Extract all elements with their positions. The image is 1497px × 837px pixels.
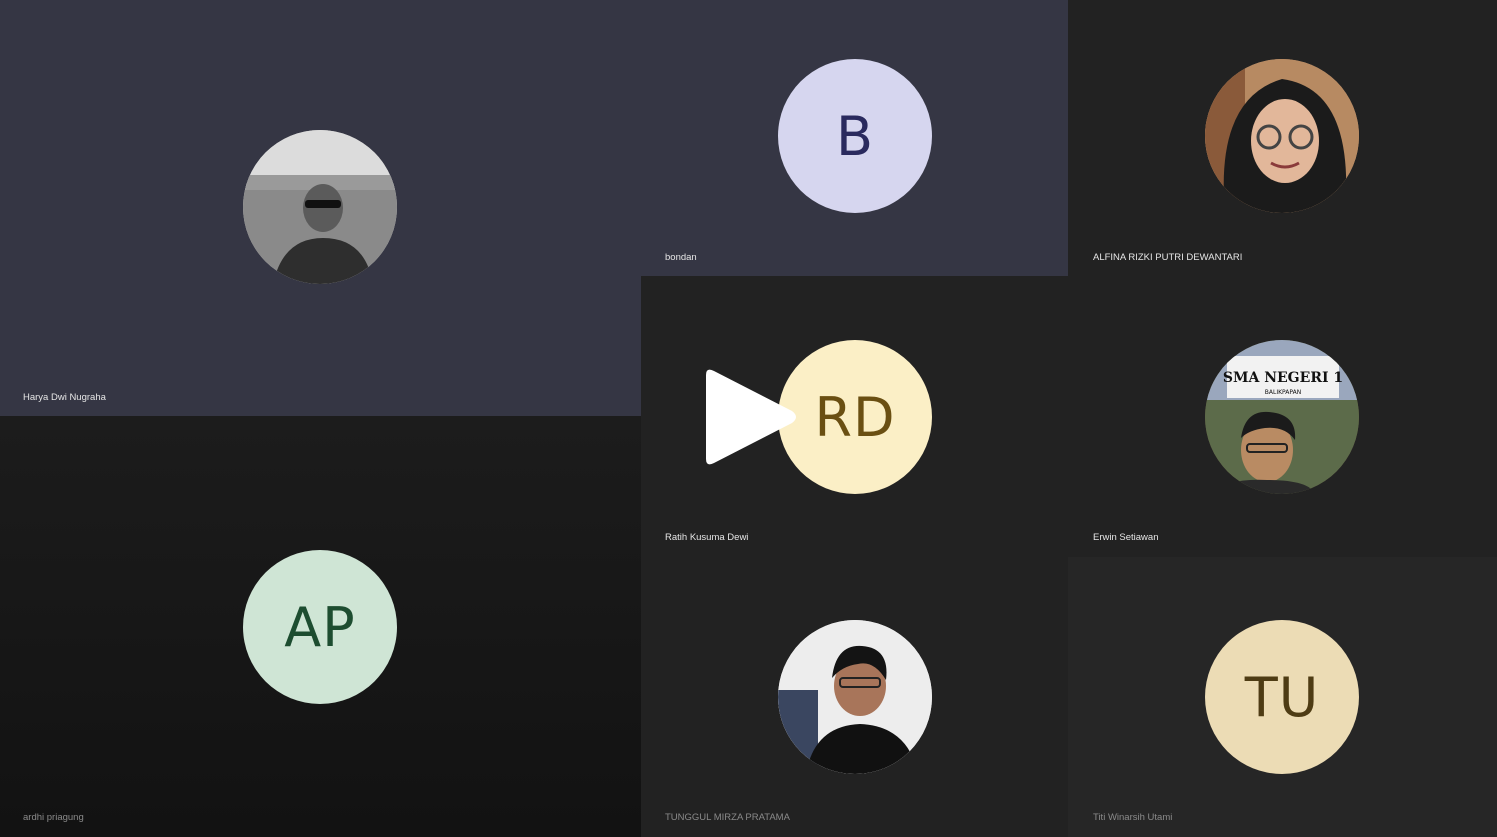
participant-tile-harya[interactable]: Harya Dwi Nugraha [0,0,641,416]
participant-avatar-photo [243,130,397,284]
play-icon[interactable] [700,367,800,467]
person-photo-icon [1205,59,1359,213]
participant-name: TUNGGUL MIRZA PRATAMA [665,812,790,823]
participant-tile-erwin[interactable]: SMA NEGERI 1 BALIKPAPAN Erwin Setiawan [1068,276,1497,557]
participant-name: Ratih Kusuma Dewi [665,532,749,543]
person-photo-icon: SMA NEGERI 1 BALIKPAPAN [1205,340,1359,494]
avatar-initials: TU [1244,665,1320,729]
participant-avatar-initials: B [778,59,932,213]
participant-name: bondan [665,252,697,263]
participant-avatar-photo [778,620,932,774]
avatar-initials: AP [284,595,356,659]
participant-avatar-photo [1205,59,1359,213]
participant-avatar-photo: SMA NEGERI 1 BALIKPAPAN [1205,340,1359,494]
avatar-initials: RD [814,385,896,449]
avatar-initials: B [835,104,875,168]
photo-sign-text: SMA NEGERI 1 [1223,370,1343,386]
participant-tile-titi[interactable]: TU Titi Winarsih Utami [1068,557,1497,837]
participant-name: ALFINA RIZKI PUTRI DEWANTARI [1093,252,1243,263]
participant-name: Erwin Setiawan [1093,532,1159,543]
participant-tile-ardhi[interactable]: AP ardhi priagung [0,416,641,837]
participant-tile-bondan[interactable]: B bondan [641,0,1068,276]
person-photo-icon [778,620,932,774]
participant-tile-alfina[interactable]: ALFINA RIZKI PUTRI DEWANTARI [1068,0,1497,276]
participant-avatar-initials: RD [778,340,932,494]
participant-avatar-initials: TU [1205,620,1359,774]
participant-name: ardhi priagung [23,812,84,823]
participant-name: Titi Winarsih Utami [1093,812,1173,823]
participant-name: Harya Dwi Nugraha [23,392,106,403]
participant-avatar-initials: AP [243,550,397,704]
photo-sign-subtext: BALIKPAPAN [1265,389,1301,396]
participant-tile-tunggul[interactable]: TUNGGUL MIRZA PRATAMA [641,557,1068,837]
person-photo-icon [243,130,397,284]
